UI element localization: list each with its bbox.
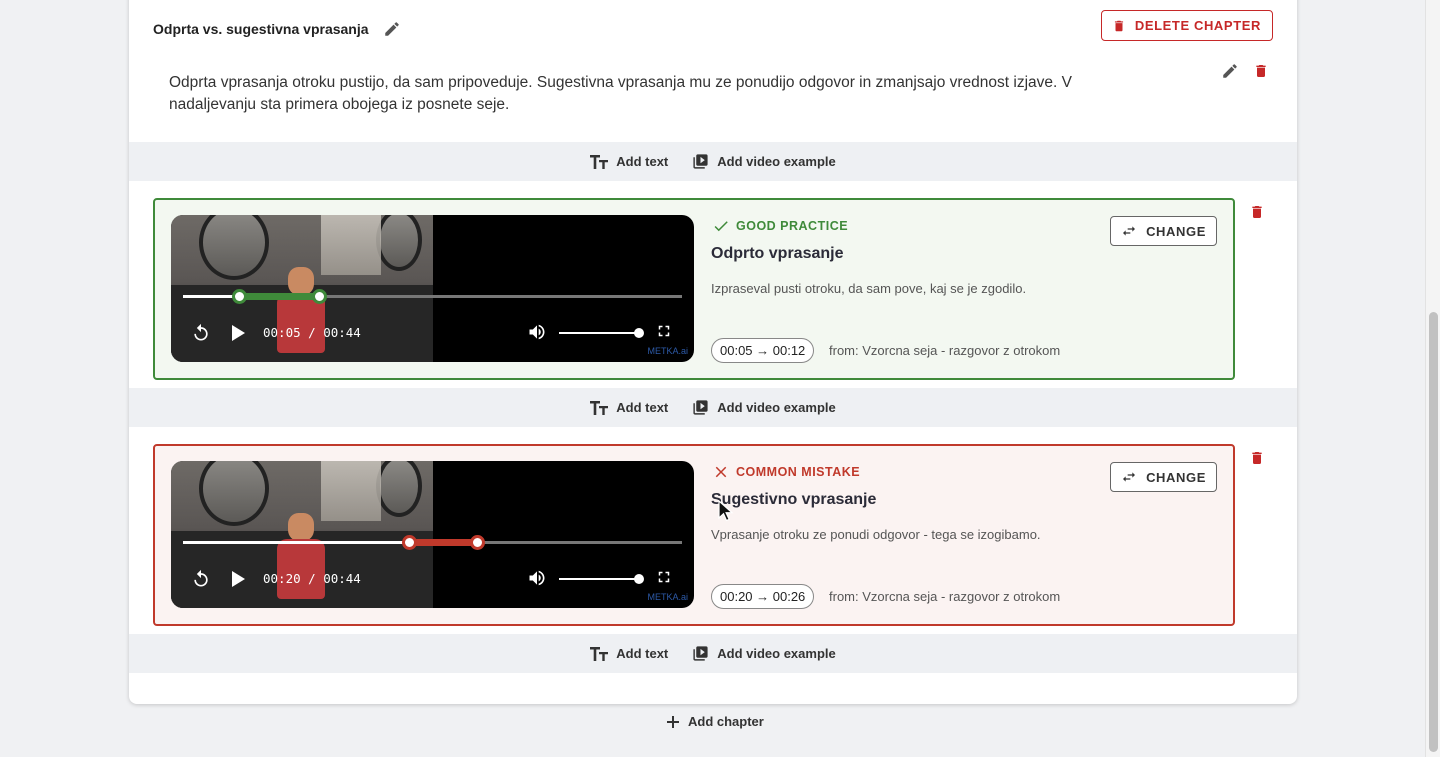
volume-knob[interactable]: [634, 328, 644, 338]
video-time: 00:20 / 00:44: [263, 571, 361, 586]
swap-icon: [1123, 226, 1136, 236]
play-icon[interactable]: [231, 325, 245, 341]
badge-label: COMMON MISTAKE: [736, 465, 861, 479]
add-video-label: Add video example: [717, 154, 836, 169]
video-time: 00:05 / 00:44: [263, 325, 361, 340]
example-description: Izpraseval pusti otroku, da sam pove, ka…: [711, 281, 1027, 296]
fullscreen-icon[interactable]: [655, 322, 673, 340]
source-session: from: Vzorcna seja - razgovor z otrokom: [829, 589, 1061, 604]
text-format-icon: [590, 646, 609, 661]
window: [321, 215, 381, 275]
add-text-label: Add text: [616, 400, 669, 415]
badge-label: GOOD PRACTICE: [736, 219, 849, 233]
chapter-card: Odprta vs. sugestivna vprasanja DELETE C…: [129, 0, 1297, 704]
source-session: from: Vzorcna seja - razgovor z otrokom: [829, 343, 1061, 358]
change-clip-button[interactable]: CHANGE: [1110, 216, 1217, 246]
video-progress-bar[interactable]: [183, 289, 682, 304]
video-progress-bar[interactable]: [183, 535, 682, 550]
close-x-icon: [715, 466, 727, 478]
add-chapter-button[interactable]: Add chapter: [667, 714, 764, 729]
edit-title-pencil-icon[interactable]: [383, 20, 401, 38]
vertical-scrollbar[interactable]: [1425, 0, 1440, 757]
delete-example-trash-icon[interactable]: [1249, 203, 1265, 221]
clip-end-handle[interactable]: [470, 535, 486, 550]
video-library-icon: [693, 646, 708, 661]
volume-knob[interactable]: [634, 574, 644, 584]
replay-icon[interactable]: [191, 322, 211, 344]
clip-range: [409, 539, 478, 546]
add-text-button[interactable]: Add text: [590, 646, 668, 661]
edit-text-pencil-icon[interactable]: [1221, 62, 1239, 80]
delete-chapter-label: DELETE CHAPTER: [1134, 18, 1261, 33]
scrollbar-thumb[interactable]: [1429, 312, 1438, 752]
add-video-example-button[interactable]: Add video example: [692, 645, 836, 662]
example-description: Vprasanje otroku ze ponudi odgovor - teg…: [711, 527, 1041, 542]
play-icon[interactable]: [231, 571, 245, 587]
change-clip-button[interactable]: CHANGE: [1110, 462, 1217, 492]
example-title: Odprto vprasanje: [711, 245, 844, 262]
example-badge: GOOD PRACTICE: [712, 217, 848, 235]
add-text-label: Add text: [616, 154, 669, 169]
add-video-example-button[interactable]: Add video example: [692, 399, 836, 416]
clip-end-handle[interactable]: [311, 289, 327, 304]
example-badge: COMMON MISTAKE: [712, 463, 860, 481]
add-video-example-button[interactable]: Add video example: [692, 153, 836, 170]
volume-slider[interactable]: [559, 574, 644, 584]
video-example-mistake: 00:20 / 00:44 METKA.ai COMMON MISTAKE Su…: [153, 444, 1235, 626]
child-figure: [288, 267, 314, 295]
change-label: CHANGE: [1146, 469, 1206, 485]
add-content-bar: Add text Add video example: [129, 388, 1297, 427]
chapter-header: Odprta vs. sugestivna vprasanja: [153, 16, 401, 42]
text-format-icon: [590, 154, 609, 169]
child-figure: [288, 513, 314, 541]
add-video-label: Add video example: [717, 400, 836, 415]
add-text-button[interactable]: Add text: [590, 154, 668, 169]
video-controls: 00:05 / 00:44: [189, 322, 684, 344]
clip-range: [239, 293, 320, 300]
trash-icon: [1114, 20, 1123, 31]
video-library-icon: [693, 400, 708, 415]
video-example-good: 00:05 / 00:44 METKA.ai GOOD PRACTICE Odp…: [153, 198, 1235, 380]
change-label: CHANGE: [1146, 223, 1206, 239]
check-icon: [714, 221, 728, 232]
add-video-label: Add video example: [717, 646, 836, 661]
video-library-icon: [693, 154, 708, 169]
progress-played: [183, 541, 410, 544]
mirror: [376, 461, 422, 517]
text-format-icon: [590, 400, 609, 415]
chapter-text-block: Odprta vprasanja otroku pustijo, da sam …: [169, 74, 1072, 113]
text-block-actions: [1221, 62, 1269, 80]
mouse-cursor-icon: [718, 500, 734, 522]
add-chapter-label: Add chapter: [688, 714, 764, 729]
replay-icon[interactable]: [191, 568, 211, 590]
progress-played: [183, 295, 240, 298]
add-text-button[interactable]: Add text: [590, 400, 668, 415]
video-player[interactable]: 00:05 / 00:44 METKA.ai: [171, 215, 694, 362]
swap-icon: [1123, 472, 1136, 482]
video-watermark: METKA.ai: [647, 346, 688, 356]
video-watermark: METKA.ai: [647, 592, 688, 602]
mirror: [199, 461, 269, 526]
delete-example-trash-icon[interactable]: [1249, 449, 1265, 467]
window: [321, 461, 381, 521]
delete-text-trash-icon[interactable]: [1253, 62, 1269, 80]
video-player[interactable]: 00:20 / 00:44 METKA.ai: [171, 461, 694, 608]
mirror: [199, 215, 269, 280]
video-controls: 00:20 / 00:44: [189, 568, 684, 590]
add-text-label: Add text: [616, 646, 669, 661]
mirror: [376, 215, 422, 271]
chapter-title: Odprta vs. sugestivna vprasanja: [153, 21, 369, 37]
fullscreen-icon[interactable]: [655, 568, 673, 586]
add-content-bar: Add text Add video example: [129, 634, 1297, 673]
volume-icon[interactable]: [527, 568, 547, 588]
plus-icon: [667, 715, 679, 728]
add-content-bar: Add text Add video example: [129, 142, 1297, 181]
example-title: Sugestivno vprasanje: [711, 491, 877, 508]
delete-chapter-button[interactable]: DELETE CHAPTER: [1100, 10, 1273, 41]
time-range-chip: 00:20 → 00:26: [711, 584, 815, 609]
volume-icon[interactable]: [527, 322, 547, 342]
volume-slider[interactable]: [559, 328, 644, 338]
time-range-chip: 00:05 → 00:12: [711, 338, 815, 363]
